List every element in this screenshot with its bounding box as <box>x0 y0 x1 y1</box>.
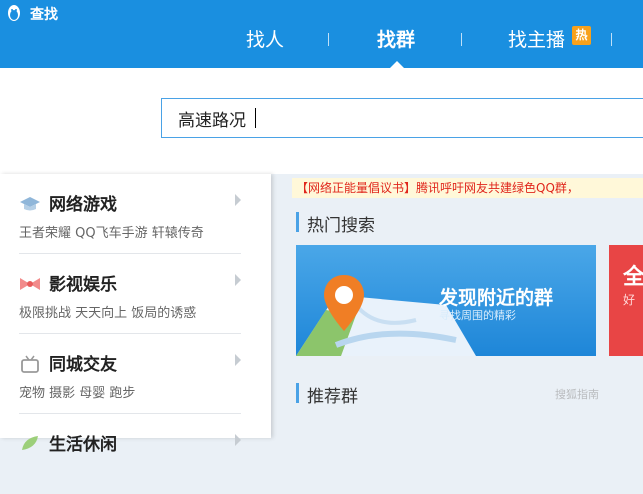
search-input[interactable] <box>161 98 643 138</box>
category-title: 同城交友 <box>49 355 117 375</box>
text-caret <box>255 108 256 128</box>
hot-search-title: 热门搜索 <box>307 216 375 236</box>
watermark: 搜狐指南 <box>555 388 599 401</box>
tab-find-host[interactable]: 找主播 <box>508 28 565 52</box>
category-lifestyle[interactable]: 生活休闲 <box>0 414 271 494</box>
category-keywords: 宠物 摄影 母婴 跑步 <box>19 386 136 401</box>
chevron-right-icon <box>235 194 241 206</box>
app-title: 查找 <box>30 7 58 23</box>
top-bar: 查找 找人 找群 找主播 热 <box>0 0 643 68</box>
section-marker <box>296 383 299 403</box>
banner-subtitle: 寻找周围的精彩 <box>439 309 516 322</box>
qq-penguin-icon <box>8 5 20 21</box>
secondary-banner[interactable]: 全 好 <box>609 245 643 356</box>
category-title: 生活休闲 <box>49 435 117 455</box>
category-keywords: 极限挑战 天天向上 饭局的诱惑 <box>19 306 197 321</box>
category-keywords: 王者荣耀 QQ飞车手游 轩辕传奇 <box>19 226 204 241</box>
graduation-cap-icon <box>20 197 40 211</box>
tab-separator <box>328 33 329 46</box>
banner-title: 全 <box>623 265 643 290</box>
category-local-friends[interactable]: 同城交友 宠物 摄影 母婴 跑步 <box>0 334 271 414</box>
bow-icon <box>20 278 40 290</box>
section-marker <box>296 212 299 232</box>
chevron-right-icon <box>235 434 241 446</box>
category-entertainment[interactable]: 影视娱乐 极限挑战 天天向上 饭局的诱惑 <box>0 254 271 334</box>
location-pin-icon <box>324 275 364 331</box>
category-title: 影视娱乐 <box>49 275 117 295</box>
hot-badge: 热 <box>572 26 591 45</box>
banner-title: 发现附近的群 <box>439 287 554 309</box>
tab-find-people[interactable]: 找人 <box>246 28 284 52</box>
tv-icon <box>21 355 39 373</box>
tab-find-groups[interactable]: 找群 <box>377 28 415 52</box>
category-online-games[interactable]: 网络游戏 王者荣耀 QQ飞车手游 轩辕传奇 <box>0 174 271 254</box>
leaf-icon <box>22 436 38 450</box>
nearby-groups-banner[interactable]: 发现附近的群 寻找周围的精彩 <box>296 245 596 356</box>
banner-subtitle: 好 <box>623 293 636 307</box>
tab-separator <box>461 33 462 46</box>
chevron-right-icon <box>235 274 241 286</box>
tab-separator <box>611 33 612 46</box>
chevron-right-icon <box>235 354 241 366</box>
category-title: 网络游戏 <box>49 195 117 215</box>
category-sidebar: 网络游戏 王者荣耀 QQ飞车手游 轩辕传奇 影视娱乐 极限挑战 天天向上 饭局的… <box>0 174 271 455</box>
notice-banner[interactable]: 【网络正能量倡议书】腾讯呼吁网友共建绿色QQ群， <box>292 178 643 198</box>
active-tab-indicator <box>390 61 404 68</box>
recommend-title: 推荐群 <box>307 387 358 407</box>
